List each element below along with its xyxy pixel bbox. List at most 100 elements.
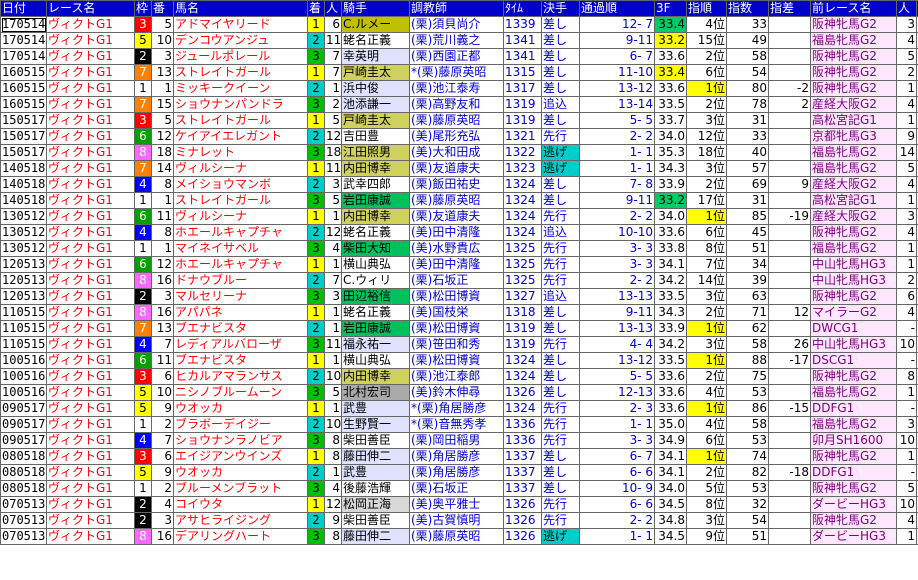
- cell-place: 3: [307, 192, 325, 209]
- cell-passing: 5- 5: [579, 368, 655, 385]
- cell-horse: ヴィルシーナ: [173, 208, 308, 225]
- cell-date: 080518: [0, 480, 47, 497]
- cell-trainer: (栗)池江泰郎: [409, 368, 504, 385]
- cell-num: 1: [151, 192, 174, 209]
- cell-jockey: 内田博幸: [341, 368, 410, 385]
- cell-race: ヴィクトG1: [46, 48, 135, 65]
- cell-popular: 1: [324, 400, 342, 417]
- cell-3f: 34.8: [654, 512, 687, 529]
- cell-index-diff: -2: [768, 80, 811, 97]
- cell-time: 1326: [503, 512, 542, 529]
- cell-jockey: 内田博幸: [341, 160, 410, 177]
- cell-popular: 18: [324, 144, 342, 161]
- cell-date: 080518: [0, 464, 47, 481]
- cell-place: 2: [307, 512, 325, 529]
- table-row: 100516 ヴィクトG1 6 11 ブエナビスタ 1 1 横山典弘 (栗)松田博資 1324 差し…: [0, 352, 918, 369]
- table-row: 100516 ヴィクトG1 3 6 ヒカルアマランサス 2 10 内田博幸 (栗)池江泰郎 132…: [0, 368, 918, 385]
- cell-popular: 10: [324, 368, 342, 385]
- cell-index-rank: 3位: [686, 336, 727, 353]
- cell-index: 80: [726, 80, 769, 97]
- cell-num: 3: [151, 288, 174, 305]
- cell-prev-race: 京都牝馬G3: [810, 128, 897, 145]
- cell-num: 5: [151, 112, 174, 129]
- cell-prev-popular: -: [896, 352, 917, 369]
- cell-prev-popular: 1: [896, 192, 917, 209]
- cell-prev-popular: 3: [896, 208, 917, 225]
- cell-3f: 34.3: [654, 304, 687, 321]
- cell-index-rank: 6位: [686, 224, 727, 241]
- cell-prev-race: DDFG1: [810, 464, 897, 481]
- cell-waku: 1: [134, 416, 152, 433]
- cell-waku: 1: [134, 480, 152, 497]
- cell-horse: ショウナンラノビア: [173, 432, 308, 449]
- cell-index-diff: [768, 528, 811, 545]
- cell-passing: 3- 3: [579, 432, 655, 449]
- cell-waku: 3: [134, 16, 152, 33]
- cell-index-rank: 2位: [686, 464, 727, 481]
- cell-jockey: 藤田伸二: [341, 528, 410, 545]
- cell-prev-race: 高松宮記G1: [810, 192, 897, 209]
- cell-horse: ウオッカ: [173, 464, 308, 481]
- cell-passing: 3- 3: [579, 256, 655, 273]
- cell-num: 11: [151, 208, 174, 225]
- cell-index: 31: [726, 192, 769, 209]
- cell-prev-popular: 4: [896, 32, 917, 49]
- table-row: 140518 ヴィクトG1 1 1 ストレイトガール 3 5 岩田康誠 (栗)藤原英昭 1324 差…: [0, 192, 918, 209]
- cell-horse: ブルーメンブラット: [173, 480, 308, 497]
- cell-waku: 8: [134, 304, 152, 321]
- cell-num: 10: [151, 32, 174, 49]
- cell-trainer: (栗)岡田稲男: [409, 432, 504, 449]
- cell-horse: ドナウブルー: [173, 272, 308, 289]
- cell-index: 40: [726, 144, 769, 161]
- cell-horse: ホエールキャプチャ: [173, 256, 308, 273]
- cell-race: ヴィクトG1: [46, 240, 135, 257]
- cell-passing: 6- 7: [579, 48, 655, 65]
- cell-horse: ストレイトガール: [173, 64, 308, 81]
- cell-place: 1: [307, 448, 325, 465]
- cell-waku: 2: [134, 288, 152, 305]
- table-row: 170514 ヴィクトG1 3 5 アドマイヤリード 1 6 C.ルメー (栗)須貝尚介 1339…: [0, 16, 918, 33]
- cell-jockey: 武豊: [341, 400, 410, 417]
- cell-passing: 13-12: [579, 80, 655, 97]
- cell-prev-race: 産経大阪G2: [810, 96, 897, 113]
- cell-index: 31: [726, 112, 769, 129]
- cell-passing: 1- 1: [579, 528, 655, 545]
- cell-num: 4: [151, 496, 174, 513]
- cell-prev-race: 福島牝馬G2: [810, 416, 897, 433]
- cell-index-diff: 26: [768, 336, 811, 353]
- cell-jockey: 内田博幸: [341, 208, 410, 225]
- cell-jockey: 戸崎圭太: [341, 112, 410, 129]
- cell-3f: 34.1: [654, 448, 687, 465]
- cell-prev-race: 中山牝馬HG3: [810, 272, 897, 289]
- cell-time: 1324: [503, 400, 542, 417]
- cell-3f: 33.6: [654, 48, 687, 65]
- cell-time: 1326: [503, 496, 542, 513]
- table-row: 090517 ヴィクトG1 4 7 ショウナンラノビア 3 8 柴田善臣 (栗)岡田稲男 1336…: [0, 432, 918, 449]
- header-index-diff: 指差: [768, 0, 811, 17]
- cell-time: 1339: [503, 16, 542, 33]
- cell-prev-popular: 1: [896, 256, 917, 273]
- cell-jockey: C.ウィリ: [341, 272, 410, 289]
- cell-popular: 1: [324, 208, 342, 225]
- cell-horse: ブエナビスタ: [173, 320, 308, 337]
- cell-index-diff: 12: [768, 304, 811, 321]
- table-row: 160515 ヴィクトG1 7 15 ショウナンパンドラ 3 2 池添謙一 (栗)高野友和 131…: [0, 96, 918, 113]
- table-row: 120513 ヴィクトG1 8 16 ドナウブルー 2 7 C.ウィリ (栗)石坂正 1325 先行…: [0, 272, 918, 289]
- cell-prev-race: 阪神牝馬G2: [810, 224, 897, 241]
- cell-time: 1337: [503, 464, 542, 481]
- cell-time: 1324: [503, 176, 542, 193]
- cell-prev-race: DWCG1: [810, 320, 897, 337]
- cell-prev-race: 福島牝馬G2: [810, 160, 897, 177]
- cell-index-diff: [768, 16, 811, 33]
- cell-prev-popular: 6: [896, 288, 917, 305]
- cell-passing: 9-11: [579, 32, 655, 49]
- cell-passing: 7- 8: [579, 176, 655, 193]
- cell-place: 3: [307, 240, 325, 257]
- table-row: 100516 ヴィクトG1 5 10 ニシノブルームーン 3 5 北村宏司 (美)鈴木伸尋 132…: [0, 384, 918, 401]
- cell-3f: 33.6: [654, 384, 687, 401]
- cell-popular: 8: [324, 528, 342, 545]
- cell-prev-race: 福島牝馬G2: [810, 384, 897, 401]
- cell-index-rank: 6位: [686, 432, 727, 449]
- cell-num: 13: [151, 64, 174, 81]
- header-horse: 馬名: [173, 0, 308, 17]
